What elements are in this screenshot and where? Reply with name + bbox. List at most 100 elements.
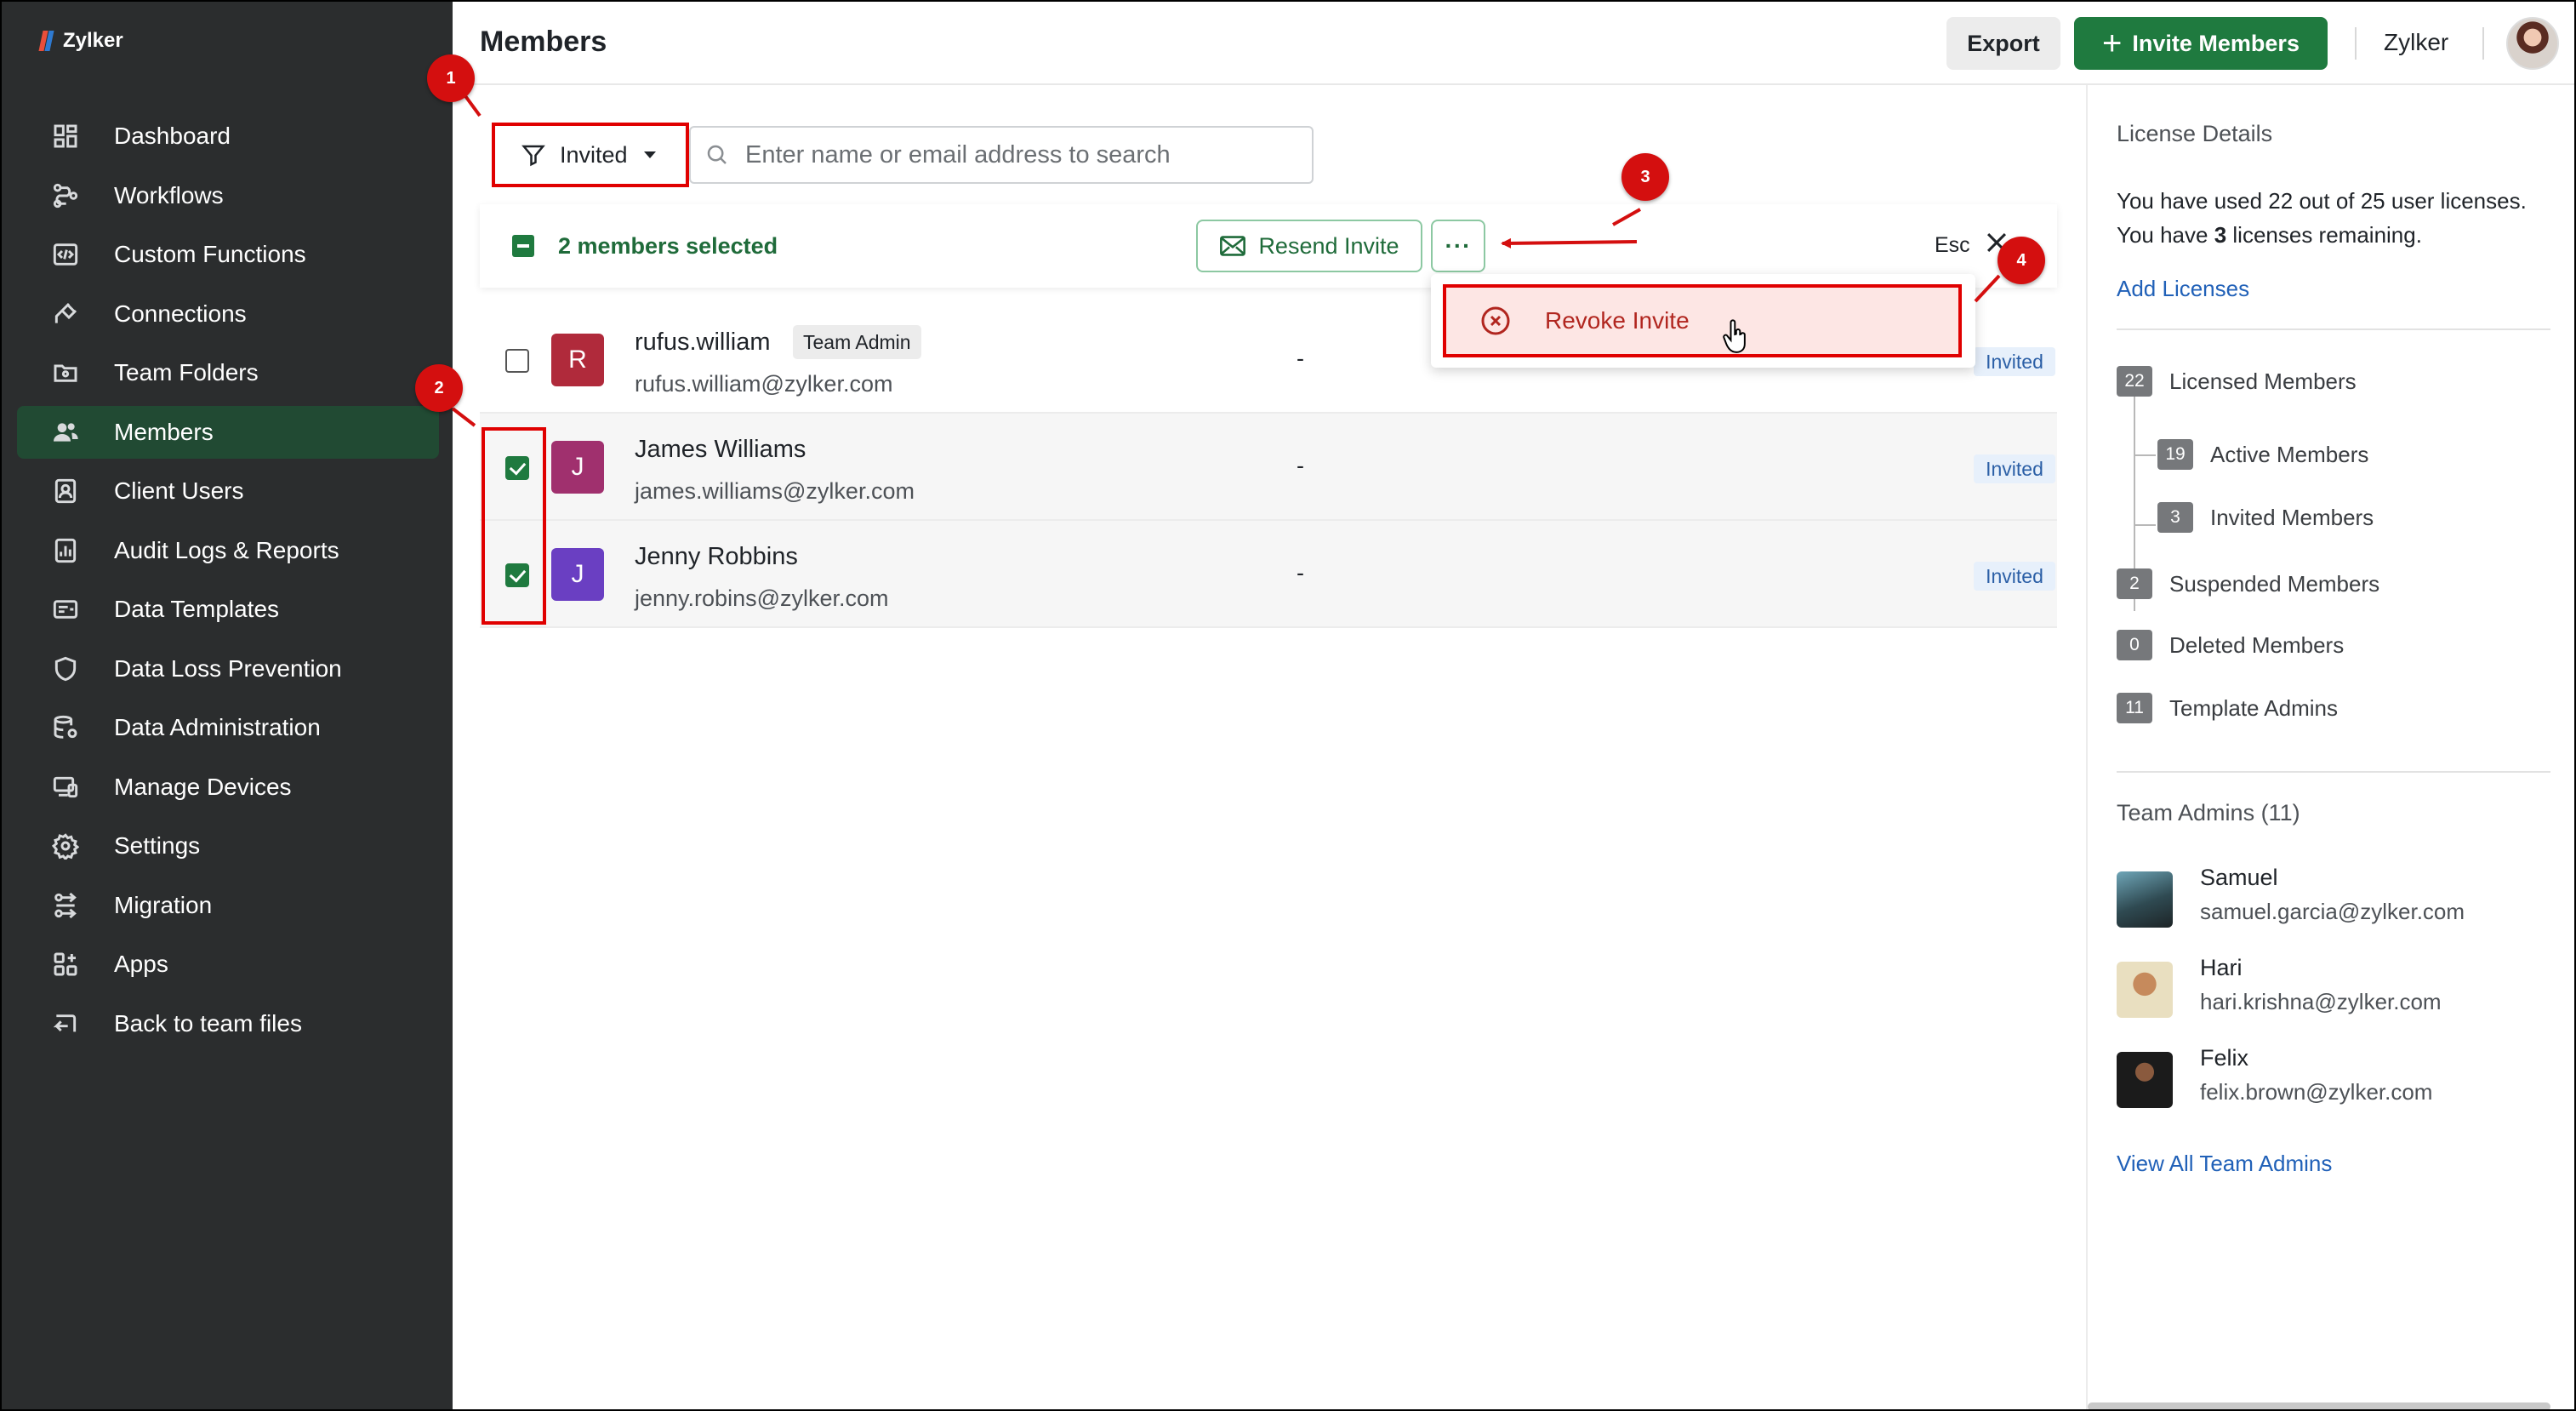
org-switcher[interactable]: Zylker [2384, 29, 2448, 56]
sidebar-item-back-to-team-files[interactable]: Back to team files [17, 997, 439, 1050]
report-icon [51, 536, 80, 565]
revoke-invite-menu-item[interactable]: Revoke Invite [1443, 284, 1962, 357]
sidebar-item-label: Members [114, 418, 214, 445]
sidebar-item-data-templates[interactable]: Data Templates [17, 583, 439, 636]
sidebar: Zylker Dashboard Workflows Custom Functi… [2, 2, 453, 1409]
stat-active-members[interactable]: 19 Active Members [2157, 439, 2368, 470]
stat-count: 3 [2157, 502, 2193, 533]
more-actions-menu: Revoke Invite [1431, 274, 1975, 368]
admin-photo [2117, 962, 2173, 1018]
gear-icon [51, 831, 80, 860]
sidebar-item-data-loss-prevention[interactable]: Data Loss Prevention [17, 643, 439, 695]
stat-count: 2 [2117, 568, 2152, 599]
sidebar-item-label: Team Folders [114, 359, 259, 386]
team-admins-heading: Team Admins (11) [2117, 800, 2300, 825]
sidebar-item-members[interactable]: Members [17, 405, 439, 459]
sidebar-item-apps[interactable]: Apps [17, 938, 439, 991]
sidebar-item-label: Client Users [114, 477, 244, 504]
sidebar-item-custom-functions[interactable]: Custom Functions [17, 228, 439, 281]
tree-connector [2134, 524, 2156, 526]
license-panel: License Details You have used 22 out of … [2086, 85, 2574, 1409]
sidebar-item-label: Workflows [114, 181, 224, 209]
resend-invite-label: Resend Invite [1258, 232, 1399, 259]
sidebar-item-dashboard[interactable]: Dashboard [17, 110, 439, 163]
sidebar-item-label: Migration [114, 891, 213, 918]
member-email: jenny.robins@zylker.com [635, 586, 889, 611]
status-filter-dropdown[interactable]: Invited [492, 123, 689, 187]
app-logo[interactable]: Zylker [38, 27, 123, 54]
sidebar-item-label: Custom Functions [114, 241, 306, 267]
app-name: Zylker [63, 29, 123, 52]
add-licenses-link[interactable]: Add Licenses [2117, 276, 2249, 302]
stat-label: Invited Members [2210, 504, 2374, 530]
admin-name: Samuel [2200, 865, 2278, 890]
sidebar-item-label: Back to team files [114, 1009, 302, 1037]
stat-deleted-members[interactable]: 0 Deleted Members [2117, 630, 2344, 660]
row-checkbox[interactable] [505, 349, 529, 373]
table-row[interactable]: J Jenny Robbins jenny.robins@zylker.com … [480, 521, 2057, 628]
admin-email: samuel.garcia@zylker.com [2200, 899, 2465, 924]
stat-template-admins[interactable]: 11 Template Admins [2117, 693, 2338, 723]
stat-label: Active Members [2210, 441, 2369, 467]
table-row[interactable]: J James Williams james.williams@zylker.c… [480, 414, 2057, 521]
stat-count: 22 [2117, 366, 2152, 397]
template-icon [51, 595, 80, 624]
users-icon [51, 418, 80, 447]
resend-invite-button[interactable]: Resend Invite [1196, 220, 1422, 272]
top-header: Members Export + Invite Members Zylker [453, 2, 2574, 85]
select-all-checkbox[interactable] [512, 235, 534, 257]
esc-hint: Esc [1935, 233, 1970, 257]
tree-connector [2134, 454, 2156, 456]
admin-email: felix.brown@zylker.com [2200, 1079, 2433, 1105]
stat-label: Template Admins [2169, 694, 2338, 721]
sidebar-item-label: Audit Logs & Reports [114, 536, 339, 563]
envelope-icon [1220, 236, 1246, 256]
cancel-circle-icon [1481, 306, 1510, 335]
plus-icon: + [2102, 25, 2123, 62]
stat-licensed-members[interactable]: 22 Licensed Members [2117, 366, 2357, 397]
license-usage-text: You have used 22 out of 25 user licenses… [2117, 188, 2527, 214]
sidebar-item-data-administration[interactable]: Data Administration [17, 701, 439, 754]
dashboard-icon [51, 122, 80, 151]
stat-suspended-members[interactable]: 2 Suspended Members [2117, 568, 2379, 599]
stat-invited-members[interactable]: 3 Invited Members [2157, 502, 2374, 533]
sidebar-item-manage-devices[interactable]: Manage Devices [17, 761, 439, 814]
hand-cursor-icon [1723, 319, 1746, 353]
user-avatar[interactable] [2506, 17, 2559, 70]
code-icon [51, 240, 80, 269]
callout-pointer [451, 407, 476, 427]
more-actions-button[interactable]: ··· [1431, 220, 1485, 272]
sidebar-item-connections[interactable]: Connections [17, 288, 439, 340]
sidebar-item-label: Settings [114, 832, 201, 859]
team-admin-badge: Team Admin [793, 325, 921, 359]
view-all-team-admins-link[interactable]: View All Team Admins [2117, 1151, 2332, 1177]
admin-name: Hari [2200, 955, 2243, 980]
stat-count: 19 [2157, 439, 2193, 470]
shield-icon [51, 654, 80, 683]
status-badge: Invited [1974, 347, 2055, 376]
plug-icon [51, 300, 80, 328]
invite-members-button[interactable]: + Invite Members [2074, 17, 2328, 70]
horizontal-scrollbar[interactable] [2088, 1402, 2550, 1409]
chevron-down-icon [643, 151, 656, 158]
sidebar-item-audit-logs[interactable]: Audit Logs & Reports [17, 524, 439, 577]
folder-icon [51, 358, 80, 387]
sidebar-item-client-users[interactable]: Client Users [17, 465, 439, 517]
stat-label: Suspended Members [2169, 570, 2380, 597]
sidebar-item-migration[interactable]: Migration [17, 879, 439, 932]
sidebar-item-workflows[interactable]: Workflows [17, 169, 439, 222]
client-user-icon [51, 477, 80, 506]
header-divider [2355, 27, 2357, 60]
status-badge: Invited [1974, 454, 2055, 483]
export-button[interactable]: Export [1946, 17, 2060, 70]
sidebar-item-settings[interactable]: Settings [17, 820, 439, 872]
search-box [689, 126, 1314, 184]
member-detail: - [1297, 453, 1304, 478]
member-detail: - [1297, 346, 1304, 371]
sidebar-item-label: Data Administration [114, 714, 321, 740]
admin-photo [2117, 1052, 2173, 1108]
sidebar-item-team-folders[interactable]: Team Folders [17, 346, 439, 399]
search-input[interactable] [745, 140, 1290, 169]
member-detail: - [1297, 560, 1304, 586]
member-name: Jenny Robbins [635, 543, 798, 570]
